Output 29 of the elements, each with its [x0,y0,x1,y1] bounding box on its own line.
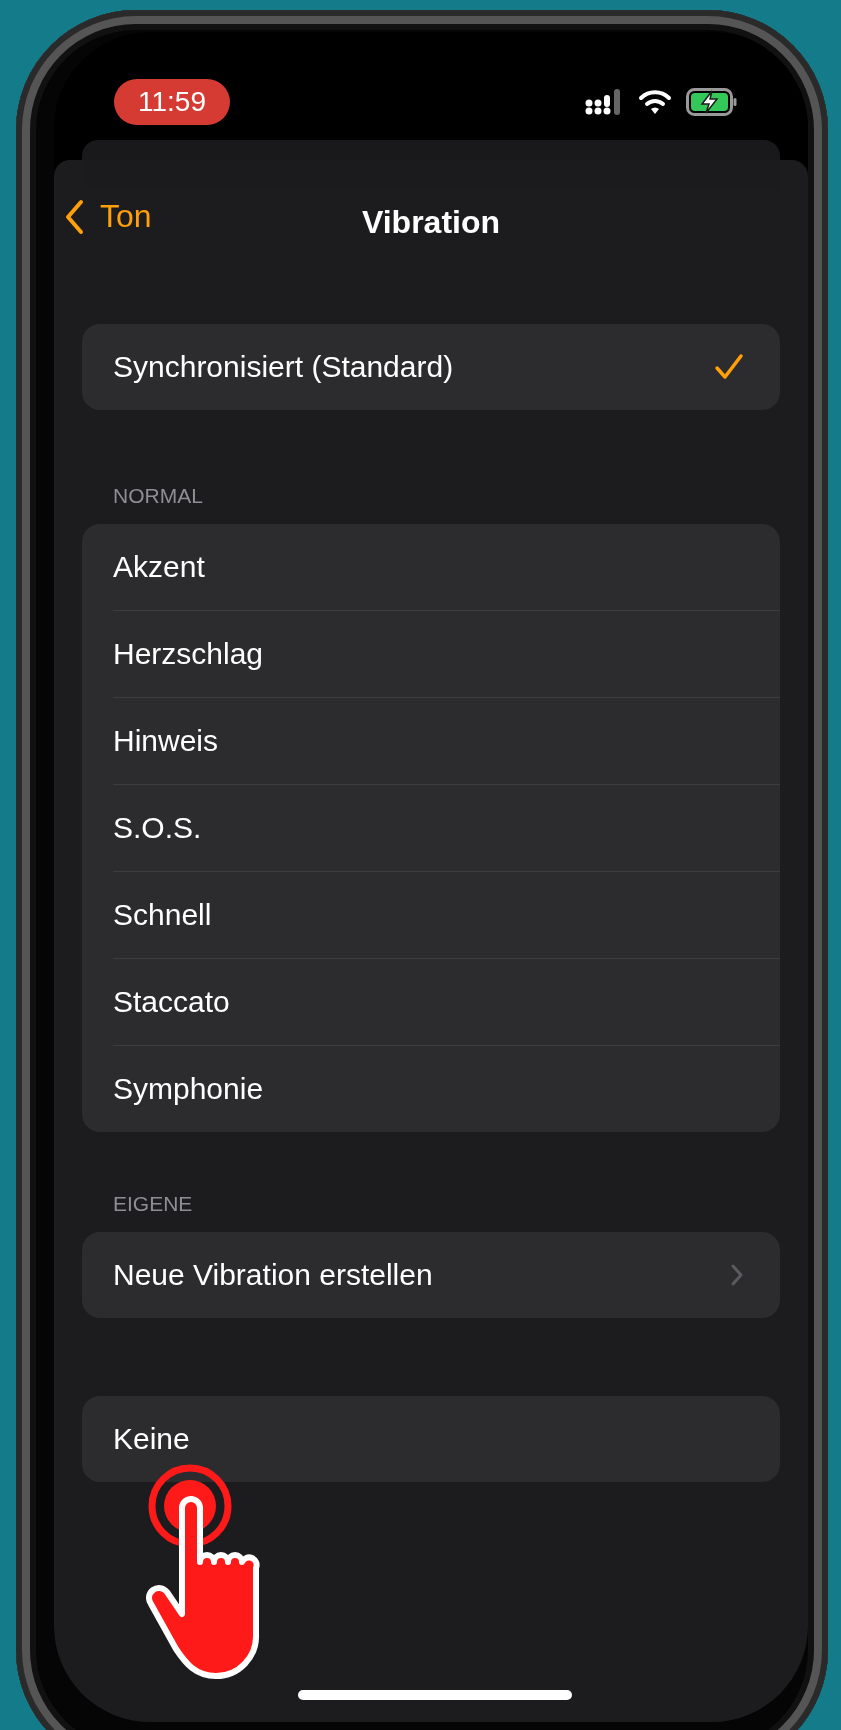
section-header: NORMAL [112,484,204,509]
item-label: Synchronisiert (Standard) [113,350,454,384]
list-item[interactable]: S.O.S. [113,784,780,871]
wifi-icon [638,89,672,115]
chevron-left-icon [64,198,84,235]
item-label: Neue Vibration erstellen [113,1258,433,1292]
list-item[interactable]: Keine [113,1396,780,1482]
list-item[interactable]: Synchronisiert (Standard) [113,324,780,410]
screen-title: Vibration [361,203,501,241]
item-label: Keine [113,1422,190,1456]
list-item[interactable]: Staccato [113,958,780,1045]
section-header: EIGENE [112,1192,194,1217]
list-item[interactable]: Symphonie [113,1045,780,1132]
list-item[interactable]: Akzent [113,524,780,610]
list-item[interactable]: Hinweis [113,697,780,784]
item-label: Herzschlag [113,637,264,671]
chevron-right-icon [730,1263,744,1287]
list-item[interactable]: Schnell [113,871,780,958]
item-label: Hinweis [113,724,219,758]
item-label: Akzent [113,550,205,584]
item-label: S.O.S. [113,811,202,845]
status-time: 11:59 [114,79,230,125]
item-label: Staccato [113,985,230,1019]
list-item[interactable]: Neue Vibration erstellen [113,1232,780,1318]
battery-charging-icon [686,88,738,116]
item-label: Symphonie [113,1072,264,1106]
list-item[interactable]: Herzschlag [113,610,780,697]
item-label: Schnell [113,898,212,932]
back-button[interactable]: Ton [64,198,152,235]
